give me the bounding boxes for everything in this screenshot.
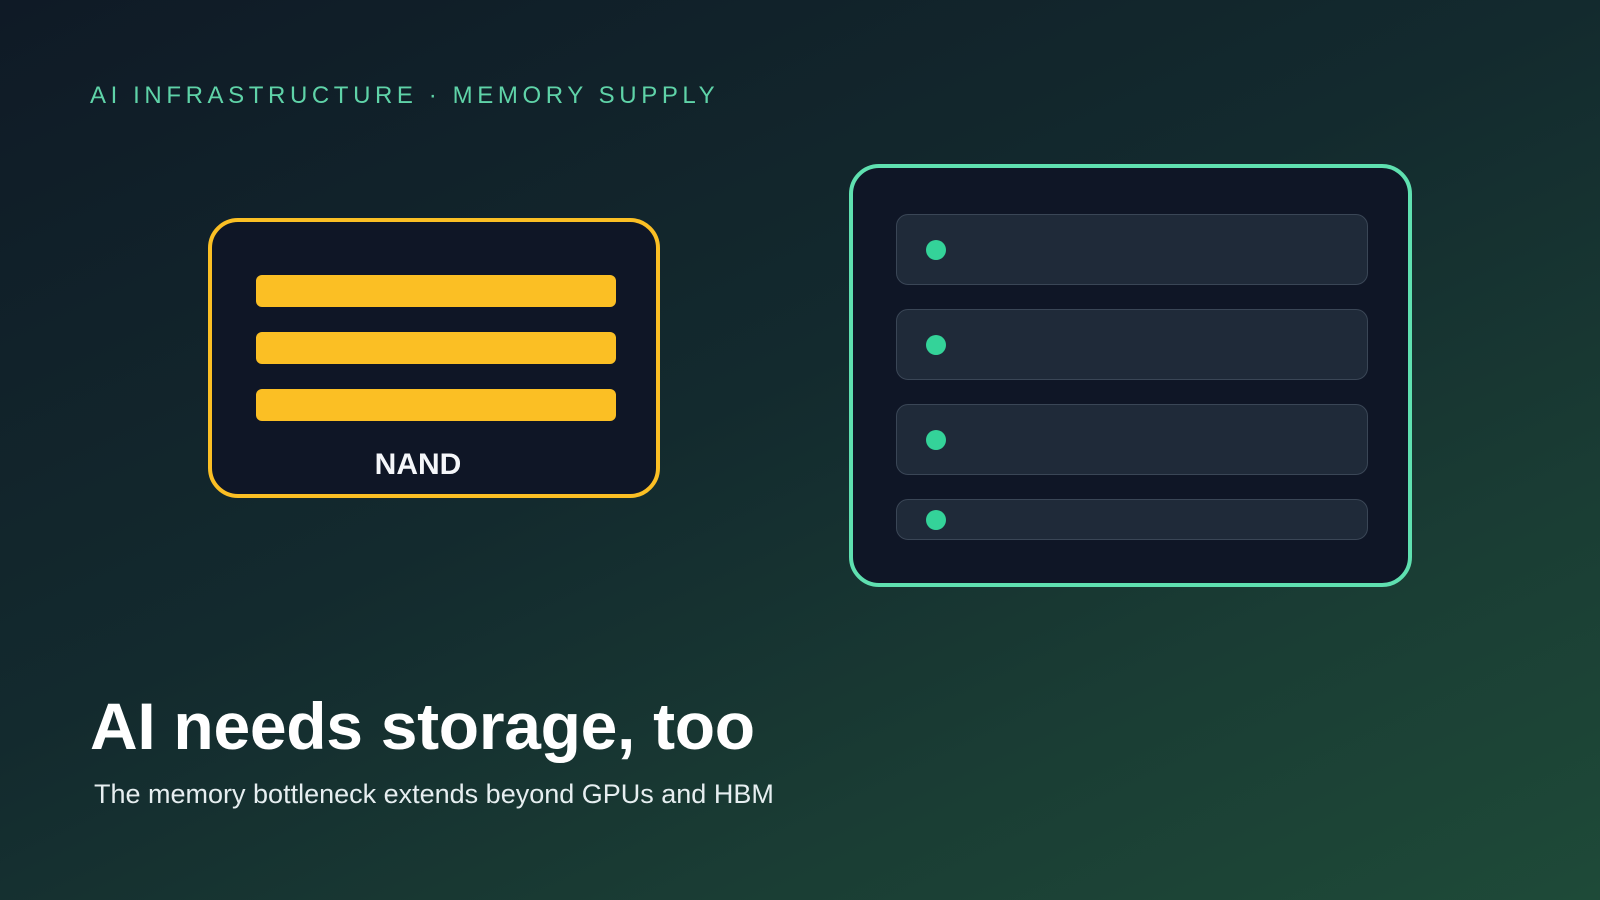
page-title: AI needs storage, too	[90, 689, 755, 763]
page-subtitle: The memory bottleneck extends beyond GPU…	[94, 779, 774, 809]
rack-slot	[896, 499, 1368, 540]
rack-slot	[896, 214, 1368, 285]
nand-bar	[256, 275, 616, 307]
eyebrow-label: AI INFRASTRUCTURE · MEMORY SUPPLY	[90, 82, 720, 109]
nand-chip-illustration: NAND	[208, 218, 660, 498]
status-led-icon	[926, 334, 946, 355]
status-led-icon	[926, 509, 946, 530]
nand-label: NAND	[374, 448, 462, 481]
nand-bar	[256, 389, 616, 421]
status-led-icon	[926, 429, 946, 450]
rack-slot	[896, 404, 1368, 475]
status-led-icon	[926, 239, 946, 260]
rack-slot	[896, 309, 1368, 380]
storage-rack-illustration	[849, 164, 1412, 587]
nand-bar	[256, 332, 616, 364]
